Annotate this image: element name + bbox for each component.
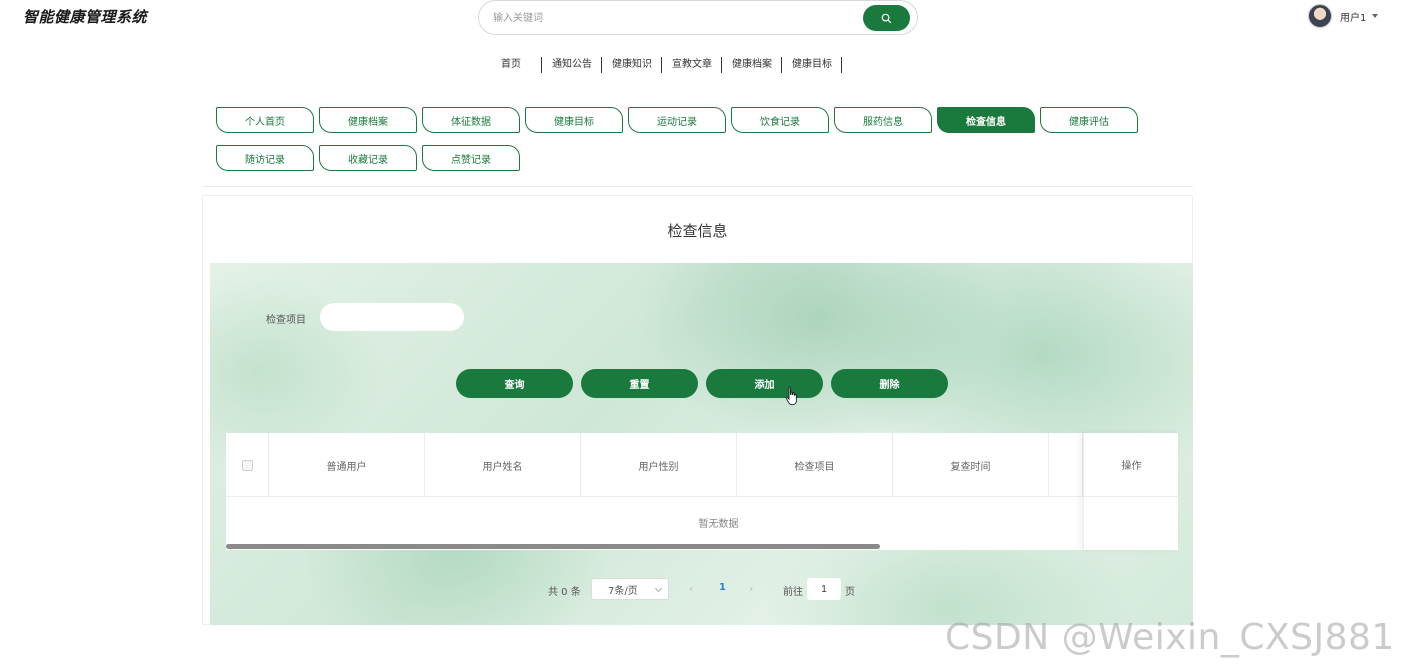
- prev-page-button[interactable]: ‹: [689, 582, 693, 595]
- page-number[interactable]: 1: [719, 582, 726, 593]
- watermark: CSDN @Weixin_CXSJ881: [945, 617, 1395, 658]
- column-header: [1049, 433, 1083, 497]
- page-size-value: 7条/页: [608, 585, 638, 597]
- column-header[interactable]: 用户性别: [581, 433, 737, 497]
- add-button[interactable]: 添加: [706, 369, 823, 398]
- nav-item-goals[interactable]: 健康目标: [782, 57, 842, 73]
- nav-item-records[interactable]: 健康档案: [722, 57, 782, 73]
- user-name: 用户1: [1340, 12, 1367, 24]
- column-header[interactable]: 用户姓名: [425, 433, 581, 497]
- chevron-down-icon: [1372, 14, 1379, 18]
- content-panel: 检查信息 检查项目 查询 重置 添加 删除 普通用户 用户姓名 用户性别 检查项…: [202, 195, 1193, 625]
- pagination-total: 共 0 条: [548, 587, 581, 598]
- hand-cursor-icon: [785, 386, 797, 406]
- tab-favorites[interactable]: 收藏记录: [319, 145, 417, 171]
- content-background: 检查项目 查询 重置 添加 删除 普通用户 用户姓名 用户性别 检查项目 复查时…: [210, 263, 1193, 625]
- tab-personal-home[interactable]: 个人首页: [216, 107, 314, 133]
- reset-button[interactable]: 重置: [581, 369, 698, 398]
- filter-label: 检查项目: [266, 315, 306, 326]
- query-button[interactable]: 查询: [456, 369, 573, 398]
- nav-item-knowledge[interactable]: 健康知识: [602, 57, 662, 73]
- search-input[interactable]: [493, 9, 853, 27]
- empty-state: 暂无数据: [698, 519, 739, 530]
- tab-assessment[interactable]: 健康评估: [1040, 107, 1138, 133]
- page-title: 检查信息: [667, 222, 728, 240]
- tab-medication[interactable]: 服药信息: [834, 107, 932, 133]
- select-all-checkbox[interactable]: [241, 459, 253, 471]
- nav-item-articles[interactable]: 宣教文章: [662, 57, 722, 73]
- delete-button[interactable]: 删除: [831, 369, 948, 398]
- table-header: 普通用户 用户姓名 用户性别 检查项目 复查时间: [226, 433, 1178, 497]
- app-title: 智能健康管理系统: [23, 8, 148, 26]
- pagination: 共 0 条 7条/页 ‹ 1 › 前往 页: [210, 578, 1193, 600]
- tab-health-goals[interactable]: 健康目标: [525, 107, 623, 133]
- nav-item-notices[interactable]: 通知公告: [542, 57, 602, 73]
- user-menu[interactable]: 用户1: [1308, 4, 1379, 28]
- tab-exercise[interactable]: 运动记录: [628, 107, 726, 133]
- avatar: [1308, 4, 1332, 28]
- column-header[interactable]: 普通用户: [269, 433, 425, 497]
- page-size-select[interactable]: 7条/页: [591, 578, 669, 600]
- data-table: 普通用户 用户姓名 用户性别 检查项目 复查时间 暂无数据 操作: [226, 433, 1179, 550]
- top-nav: 首页 通知公告 健康知识 宣教文章 健康档案 健康目标: [490, 57, 842, 73]
- column-header-actions: 操作: [1084, 433, 1179, 497]
- goto-page-input[interactable]: [807, 578, 841, 600]
- goto-label: 前往: [783, 587, 803, 598]
- select-all-cell: [226, 433, 269, 497]
- column-header[interactable]: 复查时间: [893, 433, 1049, 497]
- exam-item-input[interactable]: [320, 303, 464, 331]
- horizontal-scrollbar[interactable]: [226, 544, 880, 549]
- tab-follow-up[interactable]: 随访记录: [216, 145, 314, 171]
- tab-examination[interactable]: 检查信息: [937, 107, 1035, 133]
- tab-likes[interactable]: 点赞记录: [422, 145, 520, 171]
- nav-item-home[interactable]: 首页: [490, 57, 542, 73]
- page-unit-label: 页: [845, 587, 855, 598]
- tab-health-records[interactable]: 健康档案: [319, 107, 417, 133]
- column-header[interactable]: 检查项目: [737, 433, 893, 497]
- next-page-button[interactable]: ›: [749, 582, 753, 595]
- search-icon: [881, 13, 892, 23]
- divider: [203, 186, 1193, 187]
- action-column: 操作: [1083, 433, 1179, 550]
- search-button[interactable]: [863, 5, 910, 31]
- tab-diet[interactable]: 饮食记录: [731, 107, 829, 133]
- tab-vital-signs[interactable]: 体征数据: [422, 107, 520, 133]
- chevron-down-icon: [654, 584, 663, 593]
- search-bar: [478, 0, 918, 35]
